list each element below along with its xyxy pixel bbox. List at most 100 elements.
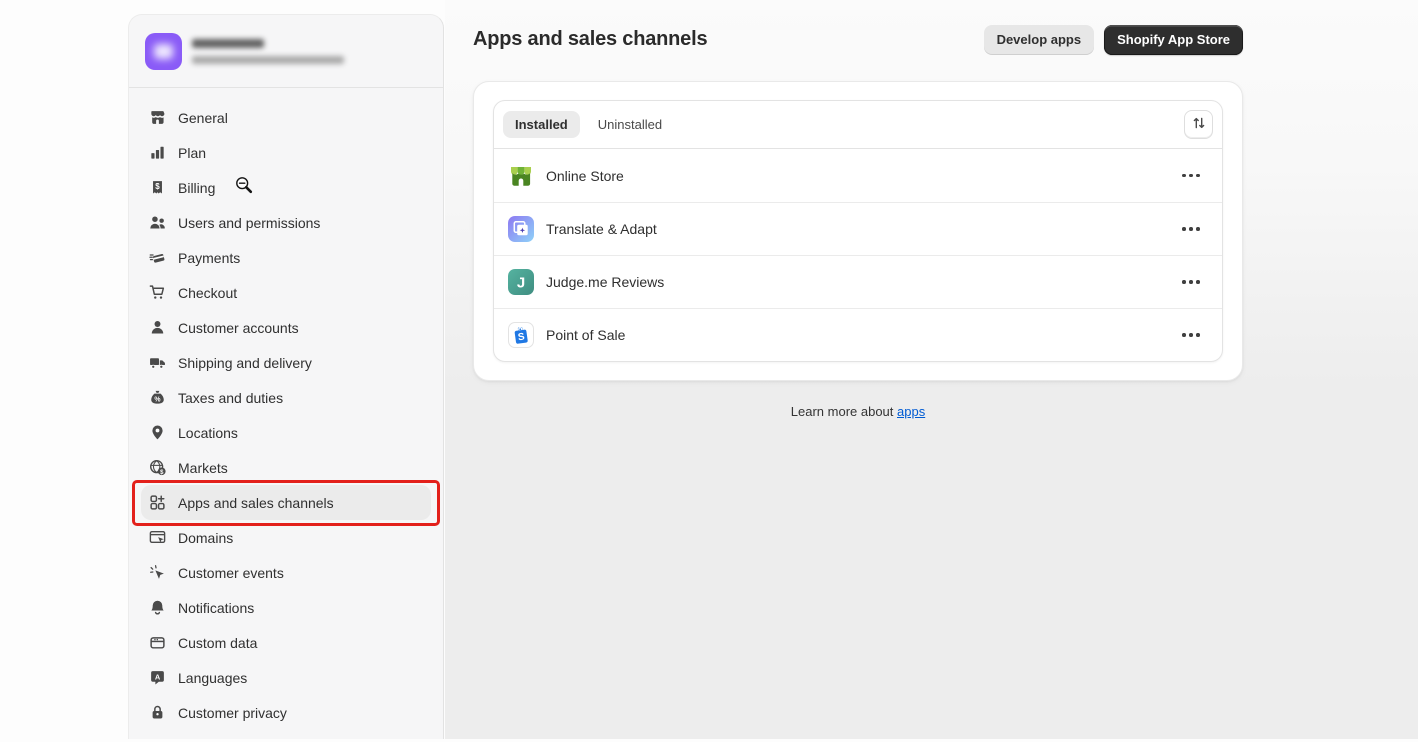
store-header	[129, 15, 443, 88]
sidebar-item-label: Notifications	[178, 600, 254, 616]
app-row-menu-button[interactable]	[1174, 324, 1208, 346]
header-actions: Develop apps Shopify App Store	[984, 25, 1243, 55]
sidebar-item-label: Taxes and duties	[178, 390, 283, 406]
sidebar-item-plan[interactable]: Plan	[141, 135, 431, 170]
app-name: Judge.me Reviews	[546, 274, 664, 290]
app-row-translate-adapt[interactable]: Translate & Adapt	[494, 202, 1222, 255]
sidebar-item-taxes-and-duties[interactable]: % Taxes and duties	[141, 380, 431, 415]
sidebar-item-notifications[interactable]: Notifications	[141, 590, 431, 625]
develop-apps-button[interactable]: Develop apps	[984, 25, 1095, 55]
app-row-menu-button[interactable]	[1174, 218, 1208, 240]
sidebar-item-label: Payments	[178, 250, 240, 266]
sidebar-item-label: Languages	[178, 670, 247, 686]
ellipsis-icon	[1182, 280, 1186, 284]
settings-sidebar: General Plan $ Billing Users and permiss…	[128, 14, 444, 739]
sidebar-item-markets[interactable]: $ Markets	[141, 450, 431, 485]
pos-icon: S	[508, 322, 534, 348]
sort-button[interactable]	[1184, 110, 1213, 139]
sidebar-item-label: Customer privacy	[178, 705, 287, 721]
sidebar-item-label: Customer accounts	[178, 320, 299, 336]
sidebar-item-apps-and-sales-channels[interactable]: Apps and sales channels	[141, 485, 431, 520]
zoom-out-cursor-icon	[234, 175, 256, 202]
sidebar-item-label: Custom data	[178, 635, 257, 651]
apps-tabs-row: InstalledUninstalled	[494, 101, 1222, 149]
page-header: Apps and sales channels Develop apps Shop…	[473, 24, 1243, 55]
users-icon	[149, 214, 166, 231]
lock-icon	[149, 704, 166, 721]
apps-grid-plus-icon	[149, 494, 166, 511]
sidebar-item-label: Users and permissions	[178, 215, 320, 231]
sidebar-item-label: Customer events	[178, 565, 284, 581]
sidebar-item-domains[interactable]: Domains	[141, 520, 431, 555]
svg-text:J: J	[517, 275, 525, 292]
location-pin-icon	[149, 424, 166, 441]
sidebar-item-locations[interactable]: Locations	[141, 415, 431, 450]
page-title: Apps and sales channels	[473, 28, 707, 51]
store-identity	[192, 39, 344, 64]
domains-icon	[149, 529, 166, 546]
sidebar-item-label: General	[178, 110, 228, 126]
person-icon	[149, 319, 166, 336]
bell-icon	[149, 599, 166, 616]
apps-list: Online Store Translate & Adapt J Judge.m…	[494, 149, 1222, 361]
app-row-menu-button[interactable]	[1174, 271, 1208, 293]
truck-icon	[149, 354, 166, 371]
apps-link[interactable]: apps	[897, 404, 925, 419]
checkout-cart-icon	[149, 284, 166, 301]
store-email-redacted	[192, 56, 344, 64]
app-row-point-of-sale[interactable]: S Point of Sale	[494, 308, 1222, 361]
svg-text:A: A	[155, 672, 161, 681]
ellipsis-icon	[1182, 333, 1186, 337]
tab-uninstalled[interactable]: Uninstalled	[586, 111, 674, 138]
sidebar-item-custom-data[interactable]: Custom data	[141, 625, 431, 660]
ellipsis-icon	[1182, 174, 1186, 178]
ellipsis-icon	[1182, 227, 1186, 231]
sidebar-item-label: Billing	[178, 180, 215, 196]
plan-icon	[149, 144, 166, 161]
store-name-redacted	[192, 39, 264, 48]
judgeme-icon: J	[508, 269, 534, 295]
payments-icon	[149, 249, 166, 266]
online-store-icon	[508, 163, 534, 189]
settings-nav: General Plan $ Billing Users and permiss…	[129, 88, 443, 742]
sidebar-item-customer-accounts[interactable]: Customer accounts	[141, 310, 431, 345]
main-content: Apps and sales channels Develop apps Shop…	[445, 0, 1418, 739]
shopify-app-store-button[interactable]: Shopify App Store	[1104, 25, 1243, 55]
languages-icon: A	[149, 669, 166, 686]
sidebar-item-label: Shipping and delivery	[178, 355, 312, 371]
app-name: Online Store	[546, 168, 624, 184]
learn-more-prefix: Learn more about	[791, 404, 897, 419]
sidebar-item-checkout[interactable]: Checkout	[141, 275, 431, 310]
sidebar-item-languages[interactable]: A Languages	[141, 660, 431, 695]
svg-text:%: %	[154, 396, 160, 403]
app-row-online-store[interactable]: Online Store	[494, 149, 1222, 202]
sidebar-item-label: Checkout	[178, 285, 237, 301]
sidebar-item-customer-events[interactable]: Customer events	[141, 555, 431, 590]
cursor-sparks-icon	[149, 564, 166, 581]
tab-installed[interactable]: Installed	[503, 111, 580, 138]
app-name: Point of Sale	[546, 327, 625, 343]
sidebar-item-users-and-permissions[interactable]: Users and permissions	[141, 205, 431, 240]
sort-arrows-icon	[1191, 115, 1207, 134]
billing-icon: $	[149, 179, 166, 196]
sidebar-item-payments[interactable]: Payments	[141, 240, 431, 275]
custom-data-icon	[149, 634, 166, 651]
sidebar-item-label: Markets	[178, 460, 228, 476]
sidebar-item-shipping-and-delivery[interactable]: Shipping and delivery	[141, 345, 431, 380]
apps-panel: InstalledUninstalled Online Store Transl…	[473, 81, 1243, 381]
sidebar-item-general[interactable]: General	[141, 100, 431, 135]
svg-text:$: $	[155, 182, 160, 191]
apps-card: InstalledUninstalled Online Store Transl…	[493, 100, 1223, 362]
app-row-judge-me-reviews[interactable]: J Judge.me Reviews	[494, 255, 1222, 308]
app-row-menu-button[interactable]	[1174, 165, 1208, 187]
translate-adapt-icon	[508, 216, 534, 242]
sidebar-item-label: Domains	[178, 530, 233, 546]
sidebar-item-label: Apps and sales channels	[178, 495, 334, 511]
store-avatar	[145, 33, 182, 70]
sidebar-item-customer-privacy[interactable]: Customer privacy	[141, 695, 431, 730]
sidebar-item-label: Plan	[178, 145, 206, 161]
globe-dollar-icon: $	[149, 459, 166, 476]
store-icon	[149, 109, 166, 126]
sidebar-item-billing[interactable]: $ Billing	[141, 170, 431, 205]
taxes-icon: %	[149, 389, 166, 406]
